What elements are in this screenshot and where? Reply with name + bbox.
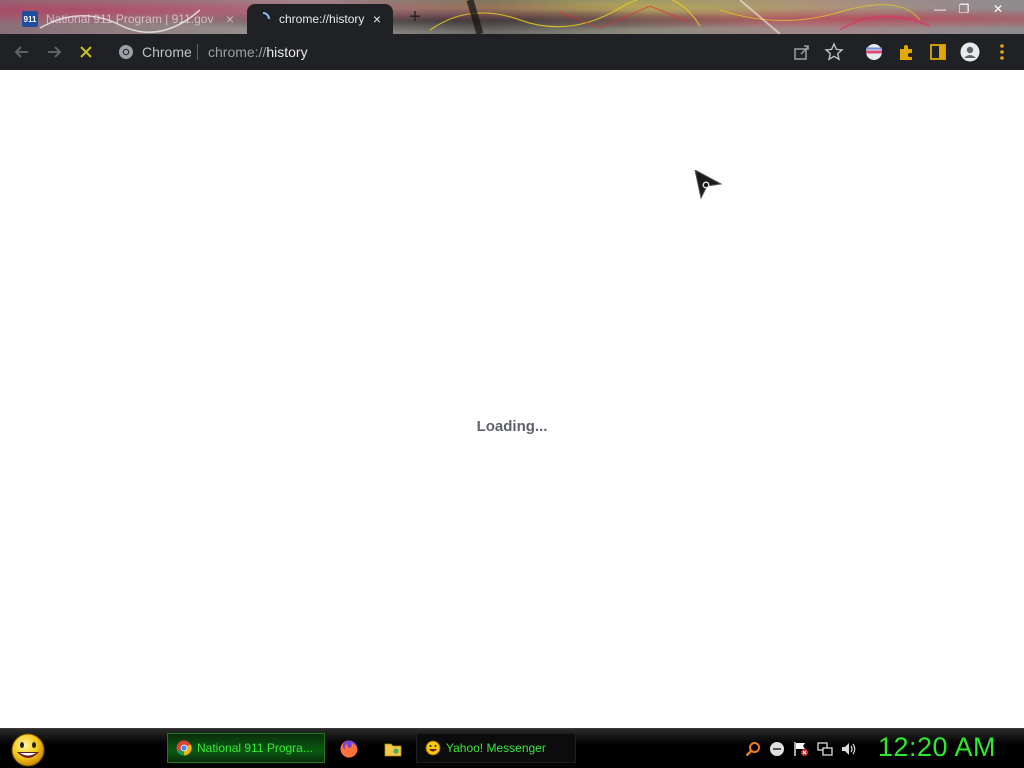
forward-arrow-icon[interactable] xyxy=(44,42,64,62)
new-tab-button[interactable]: + xyxy=(404,6,426,28)
chrome-logo-icon xyxy=(119,45,133,59)
vpn-extension-icon[interactable] xyxy=(864,42,884,62)
tab-title: chrome://history xyxy=(279,12,365,26)
restore-button[interactable]: ❐ xyxy=(950,1,978,17)
tab-title: National 911 Program | 911.gov xyxy=(46,12,214,26)
bookmark-star-icon[interactable] xyxy=(824,42,844,62)
tab-strip: 911 National 911 Program | 911.gov × chr… xyxy=(0,0,1024,34)
mouse-cursor-icon xyxy=(694,170,723,200)
tab-national-911[interactable]: 911 National 911 Program | 911.gov × xyxy=(14,4,246,34)
yahoo-messenger-icon xyxy=(425,740,441,756)
stop-loading-icon[interactable] xyxy=(76,42,96,62)
url-text[interactable]: chrome://history xyxy=(208,44,308,60)
messenger-status-icon[interactable] xyxy=(769,741,785,757)
911-favicon-icon: 911 xyxy=(22,11,38,27)
taskbar-clock[interactable]: 12:20 AM xyxy=(872,732,1002,763)
loading-message: Loading... xyxy=(476,418,548,435)
more-menu-icon[interactable] xyxy=(992,42,1012,62)
side-panel-icon[interactable] xyxy=(928,42,948,62)
browser-toolbar: Chrome chrome://history xyxy=(0,34,1024,70)
chrome-icon xyxy=(176,740,192,756)
url-prefix: chrome:// xyxy=(208,44,267,60)
loading-spinner-icon xyxy=(255,11,271,27)
close-tab-icon[interactable]: × xyxy=(369,11,385,27)
page-content: Loading... xyxy=(0,70,1024,728)
tab-history[interactable]: chrome://history × xyxy=(247,4,393,34)
network-icon[interactable] xyxy=(817,741,833,757)
taskbar-item-chrome[interactable]: National 911 Progra... xyxy=(167,733,325,763)
close-window-button[interactable]: ✕ xyxy=(984,1,1012,17)
volume-icon[interactable] xyxy=(841,741,857,757)
profile-avatar-icon[interactable] xyxy=(960,42,980,62)
folder-icon[interactable] xyxy=(383,739,403,759)
close-tab-icon[interactable]: × xyxy=(222,11,238,27)
share-icon[interactable] xyxy=(792,42,812,62)
taskbar-item-label: Yahoo! Messenger xyxy=(446,741,546,755)
taskbar-item-label: National 911 Progra... xyxy=(197,741,313,755)
url-host: history xyxy=(266,44,308,60)
page-origin-label: Chrome xyxy=(142,44,192,60)
taskbar-item-yahoo-messenger[interactable]: Yahoo! Messenger xyxy=(416,733,576,763)
address-bar[interactable]: Chrome chrome://history xyxy=(108,38,854,66)
extensions-puzzle-icon[interactable] xyxy=(896,42,916,62)
start-button-smiley-icon[interactable] xyxy=(8,731,48,767)
firefox-icon[interactable] xyxy=(339,739,359,759)
action-center-flag-icon[interactable] xyxy=(793,741,809,757)
back-arrow-icon[interactable] xyxy=(12,42,32,62)
taskbar: National 911 Progra... Yahoo! Messenger xyxy=(0,728,1024,768)
omnibox-divider xyxy=(197,44,198,60)
search-icon[interactable] xyxy=(745,741,761,757)
